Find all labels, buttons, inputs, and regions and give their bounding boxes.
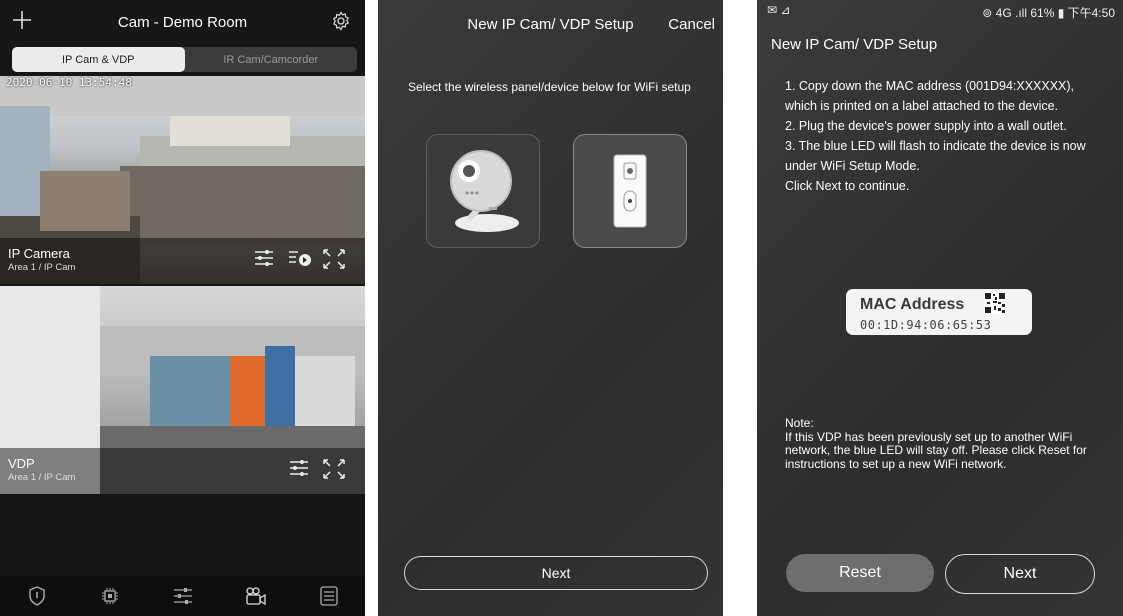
mac-address-value: 00:1D:94:06:65:53 (860, 318, 992, 332)
header: Cam - Demo Room (0, 0, 365, 44)
setup-step: 1. Copy down the MAC address (001D94:XXX… (785, 79, 1075, 113)
camera-list-screen: Cam - Demo Room IP Cam & VDP IR Cam/Camc… (0, 0, 365, 616)
ip-camera-icon (447, 147, 521, 240)
next-button[interactable]: Next (404, 556, 708, 590)
list-icon[interactable] (318, 585, 340, 607)
tab-ip-cam-vdp[interactable]: IP Cam & VDP (12, 47, 185, 72)
page-title: Cam - Demo Room (117, 13, 248, 31)
camera-timestamp: 2020-06-10 13:54:48 (6, 76, 132, 89)
mac-address-label: MAC Address 00:1D:94:06:65:53 (846, 289, 1032, 335)
device-select-screen: New IP Cam/ VDP Setup Cancel Select the … (378, 0, 723, 616)
fullscreen-icon[interactable] (322, 458, 346, 485)
status-bar: ✉ ⊿ ⊚ 4G .ıll 61% ▮ 下午4:50 (757, 0, 1123, 22)
setup-step: 2. Plug the device's power supply into a… (785, 119, 1067, 133)
camera-feed-ip-camera[interactable]: 2020-06-10 13:54:48 IP Camera Area 1 / I… (0, 76, 365, 284)
setup-step: 3. The blue LED will flash to indicate t… (785, 139, 1086, 173)
view-segment-control: IP Cam & VDP IR Cam/Camcorder (12, 47, 357, 72)
device-option-ip-camera[interactable] (426, 134, 540, 248)
instruction-text: Select the wireless panel/device below f… (408, 80, 691, 94)
camera-name: IP Camera (8, 246, 70, 261)
tab-ir-cam-camcorder[interactable]: IR Cam/Camcorder (185, 47, 358, 72)
shield-icon[interactable] (26, 585, 48, 607)
sliders-icon[interactable] (172, 585, 194, 607)
qr-code-icon (984, 292, 1006, 314)
camera-area: Area 1 / IP Cam (8, 262, 76, 273)
status-left: ✉ ⊿ (767, 3, 791, 17)
setup-step: Click Next to continue. (785, 179, 910, 193)
bottom-tab-bar (0, 576, 365, 616)
fullscreen-icon[interactable] (322, 248, 346, 275)
cancel-button[interactable]: Cancel (668, 16, 715, 33)
camera-name: VDP (8, 456, 35, 471)
sliders-icon[interactable] (253, 248, 275, 273)
camera-info-bar: IP Camera Area 1 / IP Cam (0, 238, 365, 284)
camera-area: Area 1 / IP Cam (8, 472, 76, 483)
mac-address-screen: ✉ ⊿ ⊚ 4G .ıll 61% ▮ 下午4:50 New IP Cam/ V… (757, 0, 1123, 616)
setup-steps: 1. Copy down the MAC address (001D94:XXX… (785, 76, 1100, 196)
camcorder-icon[interactable] (245, 585, 267, 607)
next-button[interactable]: Next (945, 554, 1095, 594)
mac-label-title: MAC Address (860, 296, 965, 313)
chip-icon[interactable] (99, 585, 121, 607)
page-title: New IP Cam/ VDP Setup (771, 36, 938, 53)
doorbell-icon (612, 153, 648, 234)
camera-feed-vdp[interactable]: VDP Area 1 / IP Cam (0, 286, 365, 494)
playback-icon[interactable] (288, 248, 312, 273)
gear-icon[interactable] (331, 11, 351, 31)
device-option-vdp[interactable] (573, 134, 687, 248)
camera-info-bar: VDP Area 1 / IP Cam (0, 448, 365, 494)
note-text: If this VDP has been previously set up t… (785, 429, 1087, 471)
note-title: Note: (785, 416, 814, 430)
plus-icon[interactable] (10, 8, 34, 32)
status-right: ⊚ 4G .ıll 61% ▮ 下午4:50 (982, 6, 1115, 20)
reset-button[interactable]: Reset (786, 554, 934, 592)
sliders-icon[interactable] (288, 458, 310, 483)
note: Note: If this VDP has been previously se… (785, 416, 1100, 471)
